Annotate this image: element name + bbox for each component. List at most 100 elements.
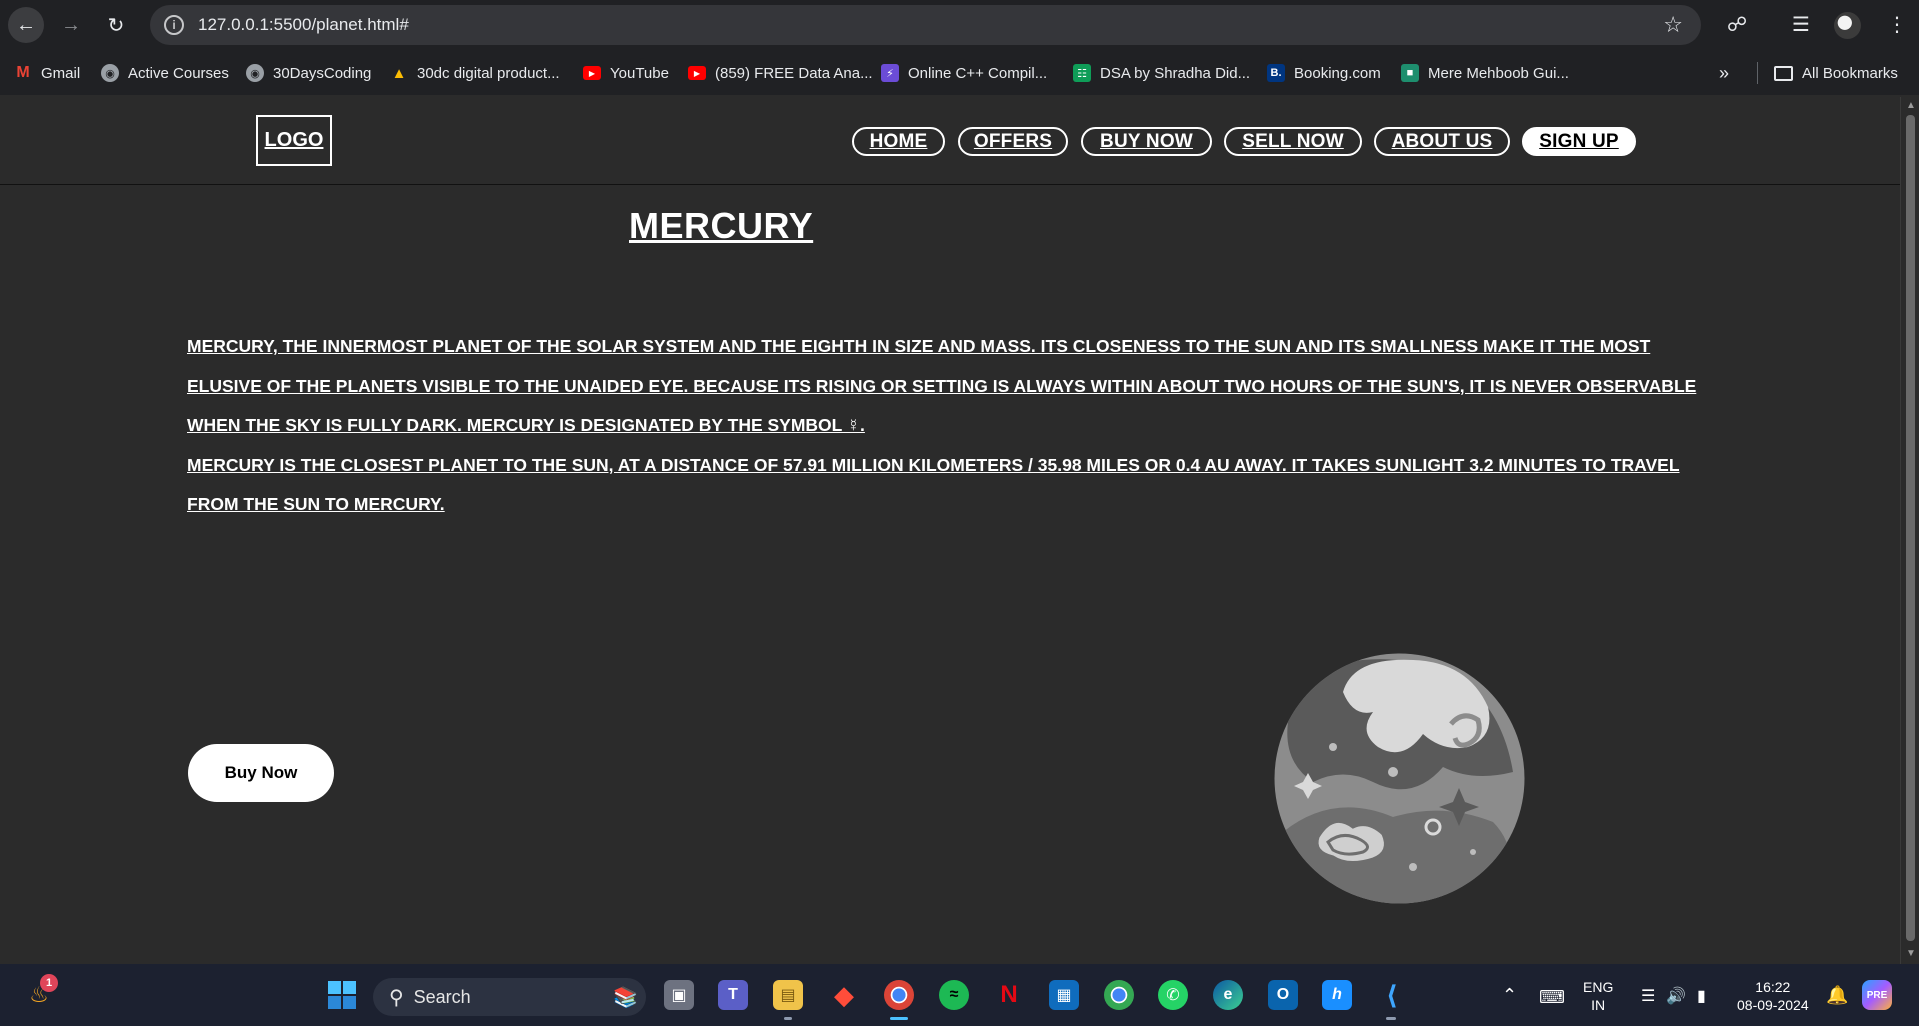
taskbar-search[interactable]: ⚲ Search 📚 [373,978,646,1016]
anydesk-icon[interactable]: ◆ [829,980,859,1010]
bookmark-star-icon[interactable]: ☆ [1663,12,1683,38]
gmail-icon: M [16,64,30,81]
globe-icon: ◉ [101,64,119,82]
bookmark-active-courses[interactable]: ◉ Active Courses [101,62,229,84]
outlook-icon[interactable]: O [1268,980,1298,1010]
copilot-icon[interactable]: PRE [1862,980,1892,1010]
planet-description: MERCURY, THE INNERMOST PLANET OF THE SOL… [187,327,1707,525]
bookmark-label: 30dc digital product... [417,64,560,82]
teams-icon[interactable]: T [718,980,748,1010]
bookmark-free-data[interactable]: ▶ (859) FREE Data Ana... [688,62,873,84]
search-highlight-icon: 📚 [613,986,638,1009]
nav-offers[interactable]: OFFERS [958,127,1068,156]
buy-now-button[interactable]: Buy Now [188,744,334,802]
description-paragraph: MERCURY IS THE CLOSEST PLANET TO THE SUN… [187,454,1680,515]
bookmark-label: Active Courses [128,64,229,82]
app-icon: ■ [1401,64,1419,82]
bookmark-label: Online C++ Compil... [908,64,1048,82]
web-page: LOGO HOME OFFERS BUY NOW SELL NOW ABOUT … [0,97,1900,964]
running-app-indicator [1386,1017,1396,1020]
globe-icon: ◉ [246,64,264,82]
nav-buy-now[interactable]: BUY NOW [1081,127,1212,156]
running-app-indicator [784,1017,792,1020]
reload-icon[interactable]: ↻ [98,7,134,43]
sheets-icon: ☷ [1073,64,1091,82]
more-bookmarks-chevron-icon[interactable]: » [1719,62,1729,84]
task-view-icon[interactable]: ▣ [664,980,694,1010]
mercury-planet-image [1274,653,1525,904]
keyboard-icon[interactable]: ⌨ [1539,988,1565,1006]
clock[interactable]: 16:22 08-09-2024 [1737,978,1809,1014]
site-info-icon[interactable]: i [164,15,184,35]
battery-icon[interactable]: ▮ [1697,988,1706,1006]
scrollbar-thumb[interactable] [1906,115,1915,941]
bookmark-mere-mehboob[interactable]: ■ Mere Mehboob Gui... [1401,62,1569,84]
nav-about-us[interactable]: ABOUT US [1374,127,1510,156]
chrome-profile-icon[interactable] [1104,980,1134,1010]
browser-toolbar: ← → ↻ i 127.0.0.1:5500/planet.html# ☆ ☍ … [0,0,1919,50]
extensions-icon[interactable]: ☍ [1727,12,1747,37]
bookmark-booking[interactable]: B. Booking.com [1267,62,1381,84]
url-text[interactable]: 127.0.0.1:5500/planet.html# [198,15,409,35]
bookmark-label: Gmail [41,64,81,82]
bookmark-label: YouTube [610,64,669,82]
site-logo[interactable]: LOGO [256,115,332,166]
file-explorer-icon[interactable]: ▤ [773,980,803,1010]
edge-icon[interactable]: e [1213,980,1243,1010]
page-scrollbar[interactable]: ▲ ▼ [1900,97,1919,964]
booking-icon: B. [1267,64,1285,82]
bookmark-label: Booking.com [1294,64,1381,82]
netflix-icon[interactable]: N [994,980,1024,1010]
scroll-down-arrow-icon[interactable]: ▼ [1906,948,1916,959]
site-header: LOGO HOME OFFERS BUY NOW SELL NOW ABOUT … [0,97,1900,185]
region-code: IN [1591,997,1606,1013]
bookmark-label: (859) FREE Data Ana... [715,64,873,82]
separator [1757,62,1758,84]
wifi-icon[interactable]: ☰ [1641,988,1655,1006]
bookmark-label: 30DaysCoding [273,64,372,82]
menu-kebab-icon[interactable]: ⋮ [1887,12,1907,37]
active-app-indicator [890,1017,908,1020]
bookmark-label: Mere Mehboob Gui... [1428,64,1569,82]
bookmark-label: DSA by Shradha Did... [1100,64,1251,82]
bookmark-gmail[interactable]: M Gmail [14,62,80,84]
address-bar[interactable]: i 127.0.0.1:5500/planet.html# ☆ [150,5,1701,45]
nav-sign-up[interactable]: SIGN UP [1522,127,1636,156]
nav-sell-now[interactable]: SELL NOW [1224,127,1362,156]
folder-icon [1774,65,1793,81]
bookmark-30dc-digital[interactable]: ▲ 30dc digital product... [390,62,560,84]
bookmark-online-cpp[interactable]: ⚡ Online C++ Compil... [881,62,1047,84]
bookmark-youtube[interactable]: ▶ YouTube [583,62,669,84]
bookmark-30dayscoding[interactable]: ◉ 30DaysCoding [246,62,371,84]
hackerrank-icon[interactable]: h [1322,980,1352,1010]
back-arrow-icon[interactable]: ← [8,7,44,43]
nav-home[interactable]: HOME [852,127,945,156]
notification-badge: 1 [40,974,58,992]
notification-bell-icon[interactable]: 🔔 [1826,986,1848,1004]
show-hidden-icons-chevron-icon[interactable]: ⌃ [1502,986,1517,1004]
whatsapp-icon[interactable]: ✆ [1158,980,1188,1010]
microsoft-store-icon[interactable]: ▦ [1049,980,1079,1010]
language-indicator[interactable]: ENG IN [1583,978,1613,1014]
search-label: Search [413,986,471,1007]
description-paragraph: MERCURY, THE INNERMOST PLANET OF THE SOL… [187,336,1697,435]
volume-icon[interactable]: 🔊 [1666,988,1686,1006]
bookmark-dsa[interactable]: ☷ DSA by Shradha Did... [1073,62,1250,84]
language-code: ENG [1583,979,1614,995]
vscode-icon[interactable]: ⟨ [1377,980,1407,1010]
all-bookmarks-label: All Bookmarks [1802,64,1898,82]
clock-time: 16:22 [1755,979,1791,995]
spotify-icon[interactable]: ≈ [939,980,969,1010]
windows-start-icon[interactable] [327,980,357,1010]
scroll-up-arrow-icon[interactable]: ▲ [1906,100,1916,111]
forward-arrow-icon[interactable]: → [53,7,89,43]
profile-avatar[interactable] [1834,12,1861,39]
chrome-icon[interactable] [884,980,914,1010]
page-title: MERCURY [629,205,814,246]
clock-date: 08-09-2024 [1737,997,1809,1013]
drive-icon: ▲ [391,64,407,82]
all-bookmarks-folder[interactable]: All Bookmarks [1757,62,1898,84]
youtube-icon: ▶ [583,66,601,80]
bolt-icon: ⚡ [881,64,899,82]
media-control-icon[interactable]: ☰ [1792,12,1810,37]
